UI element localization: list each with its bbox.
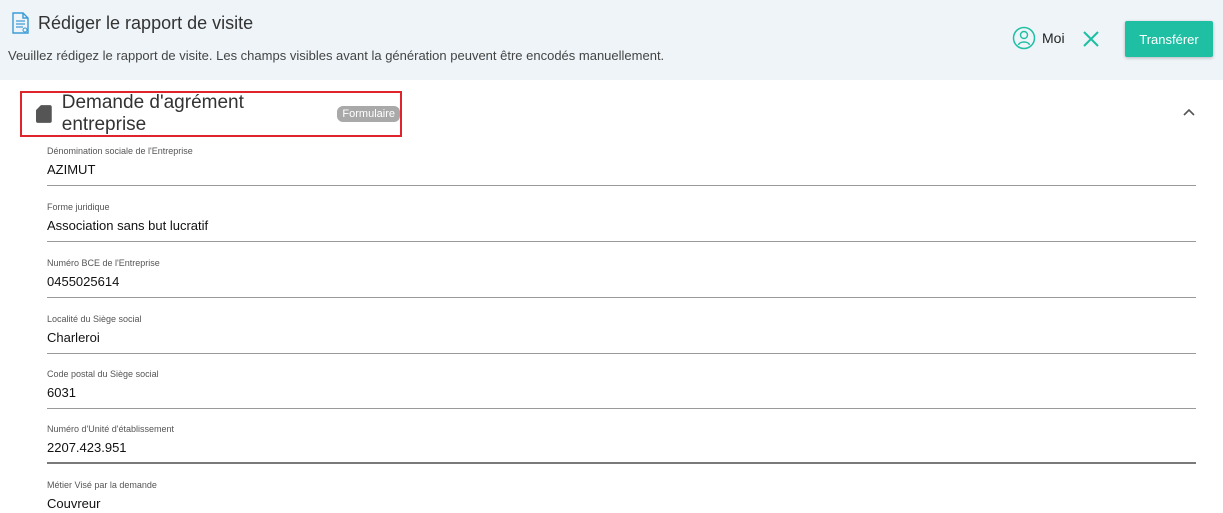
field-label: Numéro BCE de l'Entreprise (47, 258, 160, 268)
task-header: Rédiger le rapport de visite Veuillez ré… (0, 0, 1223, 80)
field-numero-bce[interactable]: Numéro BCE de l'Entreprise 0455025614 (47, 258, 1196, 298)
field-label: Localité du Siège social (47, 314, 142, 324)
field-code-postal[interactable]: Code postal du Siège social 6031 (47, 369, 1196, 409)
assignee-button[interactable]: Moi (1012, 26, 1065, 50)
page-title: Rédiger le rapport de visite (38, 12, 254, 33)
field-value: 0455025614 (47, 274, 120, 289)
transfer-button[interactable]: Transférer (1125, 21, 1213, 57)
user-circle-icon (1012, 26, 1036, 50)
field-value: 6031 (47, 385, 76, 400)
section-header[interactable]: Demande d'agrément entreprise Formulaire (20, 91, 402, 137)
field-localite[interactable]: Localité du Siège social Charleroi (47, 314, 1196, 354)
field-denomination[interactable]: Dénomination sociale de l'Entreprise AZI… (47, 146, 1196, 186)
field-value: Couvreur (47, 496, 101, 511)
field-forme-juridique[interactable]: Forme juridique Association sans but luc… (47, 202, 1196, 242)
field-label: Code postal du Siège social (47, 369, 159, 379)
field-value: AZIMUT (47, 162, 96, 177)
header-title-row: Rédiger le rapport de visite (10, 12, 253, 34)
form-card: Demande d'agrément entreprise Formulaire… (0, 84, 1223, 513)
field-value: Charleroi (47, 330, 100, 345)
close-icon[interactable] (1080, 28, 1102, 50)
form-badge: Formulaire (337, 106, 400, 122)
field-metier-vise[interactable]: Métier Visé par la demande Couvreur (47, 480, 1196, 513)
assignee-label: Moi (1042, 30, 1065, 46)
field-value: 2207.423.951 (47, 440, 127, 455)
field-label: Forme juridique (47, 202, 110, 212)
sd-card-icon (36, 105, 52, 123)
field-label: Métier Visé par la demande (47, 480, 157, 490)
field-value: Association sans but lucratif (47, 218, 209, 233)
chevron-up-icon[interactable] (1180, 104, 1198, 122)
field-unite-etablissement[interactable]: Numéro d'Unité d'établissement 2207.423.… (47, 424, 1196, 464)
section-title: Demande d'agrément entreprise (61, 92, 244, 135)
document-icon (12, 12, 29, 34)
page-subtitle: Veuillez rédigez le rapport de visite. L… (8, 48, 665, 63)
field-label: Dénomination sociale de l'Entreprise (47, 146, 193, 156)
field-label: Numéro d'Unité d'établissement (47, 424, 174, 434)
